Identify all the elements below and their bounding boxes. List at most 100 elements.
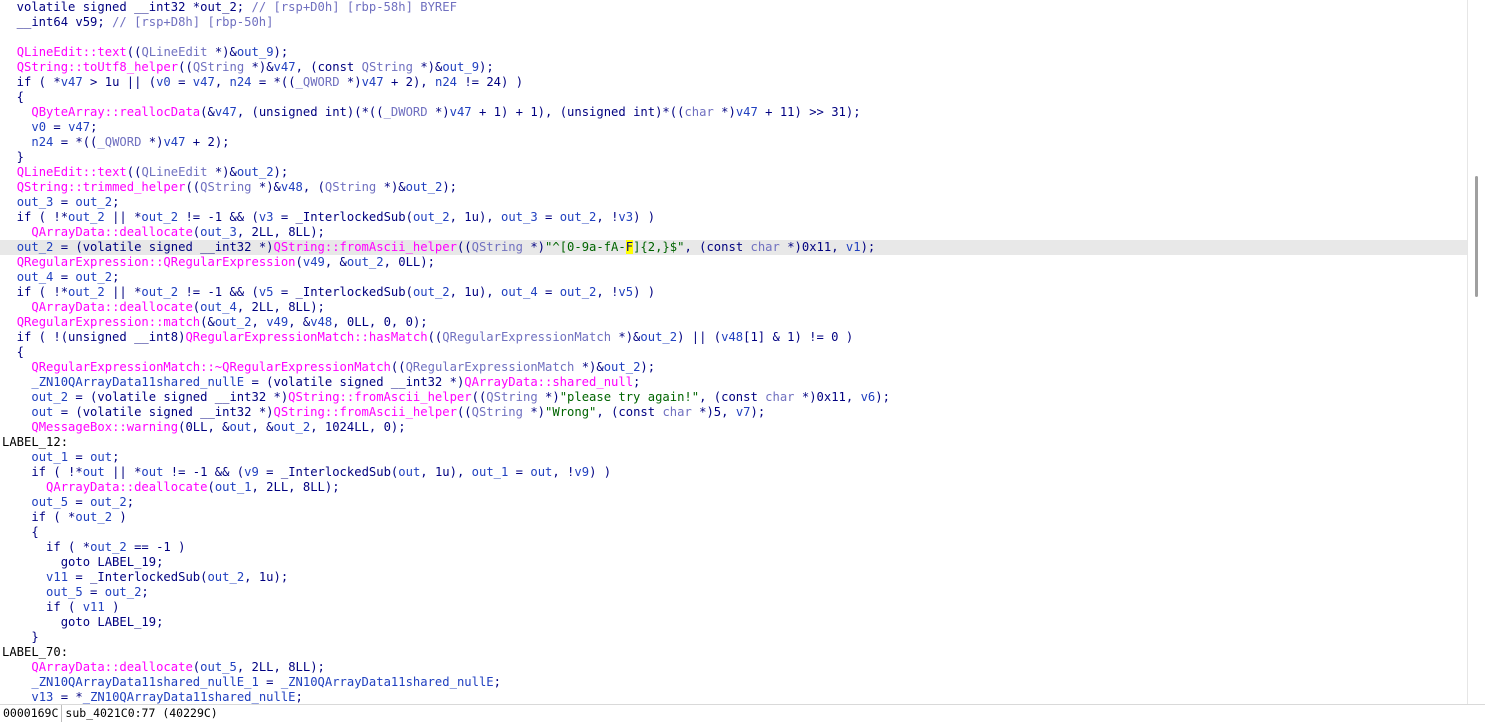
code-token: QRegularExpression::QRegularExpression <box>16 255 296 269</box>
code-line[interactable]: out = (volatile signed __int32 *)QString… <box>0 405 1467 420</box>
code-token: = _InterlockedSub( <box>273 210 413 224</box>
code-line[interactable]: QLineEdit::text((QLineEdit *)&out_2); <box>0 165 1467 180</box>
code-line[interactable]: QString::trimmed_helper((QString *)&v48,… <box>0 180 1467 195</box>
code-token: (( <box>178 60 193 74</box>
code-line[interactable]: out_5 = out_2; <box>0 585 1467 600</box>
code-token: v47 <box>60 75 83 89</box>
code-line[interactable]: goto LABEL_19; <box>0 555 1467 570</box>
code-line[interactable]: if ( *out_2 == -1 ) <box>0 540 1467 555</box>
code-line[interactable]: QRegularExpression::match(&out_2, v49, &… <box>0 315 1467 330</box>
code-token: out_9 <box>442 60 480 74</box>
code-line[interactable]: if ( !*out_2 || *out_2 != -1 && (v3 = _I… <box>0 210 1467 225</box>
code-token: QArrayData::deallocate <box>31 300 193 314</box>
code-line[interactable]: v0 = v47; <box>0 120 1467 135</box>
code-line[interactable]: out_5 = out_2; <box>0 495 1467 510</box>
code-line[interactable]: if ( !(unsigned __int8)QRegularExpressio… <box>0 330 1467 345</box>
code-line[interactable]: if ( v11 ) <box>0 600 1467 615</box>
code-token: v49 <box>302 255 325 269</box>
code-line[interactable]: v13 = *_ZN10QArrayData11shared_nullE; <box>0 690 1467 704</box>
code-line[interactable]: out_3 = out_2; <box>0 195 1467 210</box>
code-token: QLineEdit <box>141 165 208 179</box>
code-line[interactable]: out_1 = out; <box>0 450 1467 465</box>
code-line[interactable]: QRegularExpression::QRegularExpression(v… <box>0 255 1467 270</box>
code-token: *)& <box>244 60 274 74</box>
code-line[interactable]: _ZN10QArrayData11shared_nullE_1 = _ZN10Q… <box>0 675 1467 690</box>
code-token: if ( !* <box>2 210 69 224</box>
code-token: = _InterlockedSub( <box>68 570 208 584</box>
code-token: = (volatile signed __int32 *) <box>68 390 289 404</box>
code-token: out_2 <box>16 240 54 254</box>
code-line[interactable] <box>0 30 1467 45</box>
code-line[interactable]: out_2 = (volatile signed __int32 *)QStri… <box>0 240 1467 255</box>
code-token: = <box>68 450 91 464</box>
code-token: v9 <box>574 465 590 479</box>
code-token: v47 <box>68 120 91 134</box>
code-line[interactable]: volatile signed __int32 *out_2; // [rsp+… <box>0 0 1467 15</box>
code-token: , 0LL); <box>383 255 435 269</box>
code-line[interactable]: QArrayData::deallocate(out_5, 2LL, 8LL); <box>0 660 1467 675</box>
code-token: out_4 <box>200 300 237 314</box>
code-line[interactable]: n24 = *((_QWORD *)v47 + 2); <box>0 135 1467 150</box>
code-token: *)5, <box>691 405 736 419</box>
code-token: = <box>537 210 560 224</box>
code-line[interactable]: QRegularExpressionMatch::~QRegularExpres… <box>0 360 1467 375</box>
code-line[interactable]: QMessageBox::warning(0LL, &out, &out_2, … <box>0 420 1467 435</box>
code-token: QRegularExpressionMatch::~QRegularExpres… <box>31 360 391 374</box>
code-token: QRegularExpressionMatch <box>442 330 612 344</box>
code-token: , (const <box>295 60 362 74</box>
code-token: (( <box>456 240 472 254</box>
code-token: *) <box>523 405 546 419</box>
code-token: , 2LL, 8LL); <box>236 300 325 314</box>
code-line[interactable]: QString::toUtf8_helper((QString *)&v47, … <box>0 60 1467 75</box>
code-token: out_2 <box>68 285 105 299</box>
code-token: out <box>31 405 54 419</box>
code-line[interactable]: QArrayData::deallocate(out_1, 2LL, 8LL); <box>0 480 1467 495</box>
code-line[interactable]: if ( !*out || *out != -1 && (v9 = _Inter… <box>0 465 1467 480</box>
code-token: QLineEdit::text <box>16 165 127 179</box>
code-token: goto LABEL_19; <box>2 615 164 629</box>
code-line[interactable]: QLineEdit::text((QLineEdit *)&out_9); <box>0 45 1467 60</box>
code-line[interactable]: if ( *out_2 ) <box>0 510 1467 525</box>
code-line[interactable]: out_2 = (volatile signed __int32 *)QStri… <box>0 390 1467 405</box>
code-token: out_2 <box>412 285 450 299</box>
code-token: out_2 <box>75 510 113 524</box>
code-token: || * <box>104 210 142 224</box>
code-line[interactable]: _ZN10QArrayData11shared_nullE = (volatil… <box>0 375 1467 390</box>
code-line[interactable]: { <box>0 525 1467 540</box>
code-token: == -1 ) <box>126 540 186 554</box>
code-line[interactable]: QArrayData::deallocate(out_4, 2LL, 8LL); <box>0 300 1467 315</box>
code-line[interactable]: LABEL_12: <box>0 435 1467 450</box>
scrollbar-thumb[interactable] <box>1475 176 1478 297</box>
code-line[interactable]: out_4 = out_2; <box>0 270 1467 285</box>
code-token: ); <box>640 360 656 374</box>
code-line[interactable]: goto LABEL_19; <box>0 615 1467 630</box>
code-line[interactable]: if ( !*out_2 || *out_2 != -1 && (v5 = _I… <box>0 285 1467 300</box>
code-line[interactable]: { <box>0 90 1467 105</box>
code-token: = *(( <box>53 135 98 149</box>
code-line[interactable]: } <box>0 630 1467 645</box>
code-token: QRegularExpressionMatch::hasMatch <box>185 330 428 344</box>
code-token: v47 <box>273 60 296 74</box>
vertical-scrollbar[interactable] <box>1467 0 1485 704</box>
code-line[interactable]: } <box>0 150 1467 165</box>
code-token: + 11) >> 31); <box>757 105 861 119</box>
pseudocode-view[interactable]: volatile signed __int32 *out_2; // [rsp+… <box>0 0 1467 704</box>
code-token: (& <box>200 105 215 119</box>
code-line[interactable]: if ( *v47 > 1u || (v0 = v47, n24 = *((_Q… <box>0 75 1467 90</box>
code-token: (0LL, & <box>178 420 230 434</box>
code-token: > 1u || ( <box>82 75 157 89</box>
code-token: "please try again!" <box>559 390 700 404</box>
code-line[interactable]: LABEL_70: <box>0 645 1467 660</box>
code-line[interactable]: __int64 v59; // [rsp+D8h] [rbp-50h] <box>0 15 1467 30</box>
code-line[interactable]: QArrayData::deallocate(out_3, 2LL, 8LL); <box>0 225 1467 240</box>
code-line[interactable]: v11 = _InterlockedSub(out_2, 1u); <box>0 570 1467 585</box>
code-line[interactable]: QByteArray::reallocData(&v47, (unsigned … <box>0 105 1467 120</box>
code-token: n24 <box>434 75 457 89</box>
code-token: = * <box>53 690 83 704</box>
code-line[interactable]: { <box>0 345 1467 360</box>
code-token: out_2 <box>75 270 113 284</box>
code-token: *)& <box>207 45 237 59</box>
